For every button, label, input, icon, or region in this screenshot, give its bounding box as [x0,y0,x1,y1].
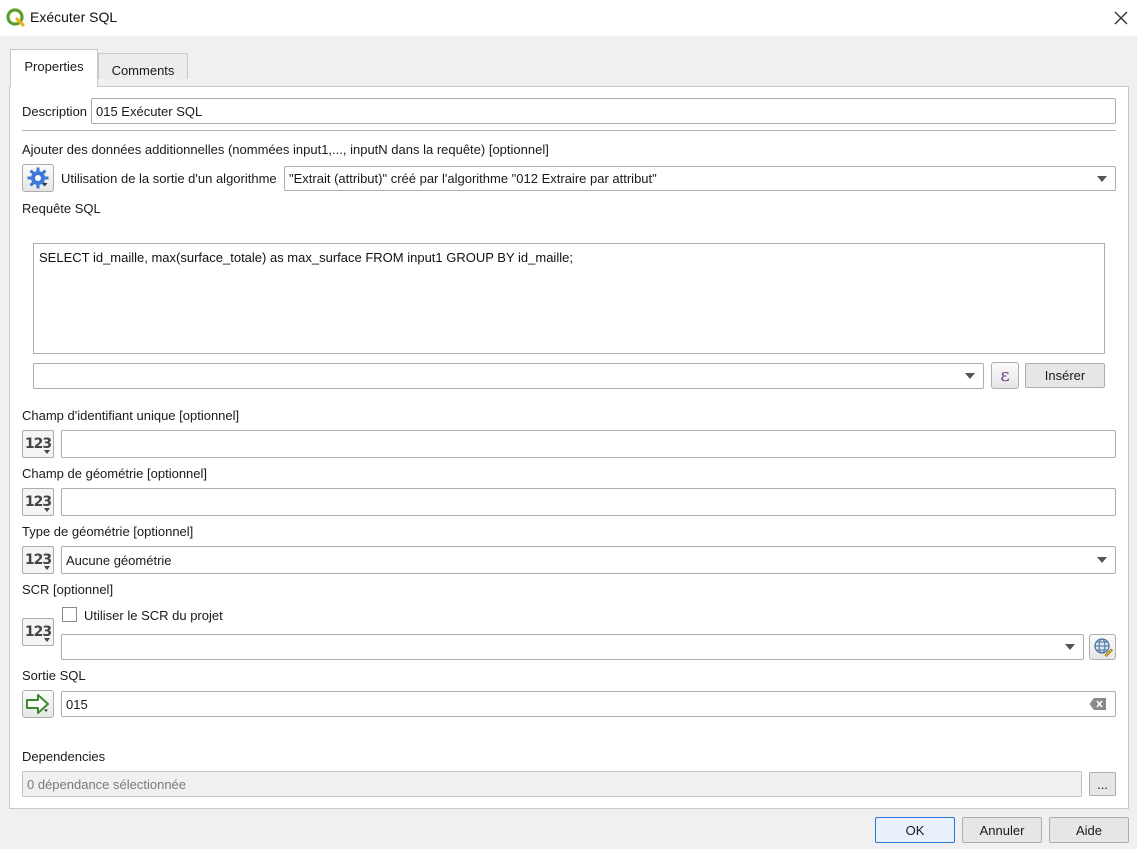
unique-id-input[interactable] [61,430,1116,458]
algorithm-output-button[interactable] [22,164,54,192]
separator [22,130,1116,131]
ok-button[interactable]: OK [875,817,955,843]
sql-query-textarea[interactable]: SELECT id_maille, max(surface_totale) as… [33,243,1105,354]
window-title: Exécuter SQL [30,9,118,25]
additional-data-label: Ajouter des données additionnelles (nomm… [22,142,549,157]
sql-query-label: Requête SQL [22,201,101,216]
dependencies-browse-button[interactable]: ... [1089,772,1116,796]
tab-comments-label: Comments [111,63,175,78]
epsilon-icon: ε [1000,364,1010,386]
numeric-data-defined-icon[interactable]: 123 [22,546,54,574]
use-project-crs-label: Utiliser le SCR du projet [84,608,223,623]
crs-select[interactable] [61,634,1084,660]
dependencies-label: Dependencies [22,749,106,764]
arrow-right-icon [26,694,49,714]
algorithm-output-value: "Extrait (attribut)" créé par l'algorith… [289,171,657,186]
geometry-field-input[interactable] [61,488,1116,516]
title-bar [0,0,1137,36]
sql-output-input[interactable]: 015 [61,691,1116,717]
close-window-button[interactable] [1108,5,1134,31]
chevron-down-icon [1065,644,1075,650]
algorithm-output-select[interactable]: "Extrait (attribut)" créé par l'algorith… [284,166,1116,191]
geometry-type-select[interactable]: Aucune géométrie [61,546,1116,574]
backspace-icon [1089,698,1106,710]
numeric-data-defined-icon[interactable]: 123 [22,430,54,458]
insert-field-select[interactable] [33,363,984,389]
chevron-down-icon [965,373,975,379]
geometry-field-label: Champ de géométrie [optionnel] [22,466,208,481]
help-button[interactable]: Aide [1049,817,1129,843]
dependencies-input: 0 dépendance sélectionnée [22,771,1082,797]
crs-label: SCR [optionnel] [22,582,114,597]
globe-icon [1093,638,1113,657]
expression-button[interactable]: ε [991,362,1019,389]
insert-button[interactable]: Insérer [1025,363,1105,388]
chevron-down-icon [1097,557,1107,563]
gear-icon [27,167,49,189]
unique-id-label: Champ d'identifiant unique [optionnel] [22,408,240,423]
geometry-type-label: Type de géométrie [optionnel] [22,524,194,539]
geometry-type-value: Aucune géométrie [66,552,172,568]
qgis-logo-icon [6,8,26,28]
tab-properties-label: Properties [24,59,84,74]
cancel-button[interactable]: Annuler [962,817,1042,843]
tab-comments[interactable]: Comments [98,53,188,79]
use-project-crs-checkbox[interactable] [62,607,77,622]
sql-output-label: Sortie SQL [22,668,86,683]
numeric-data-defined-icon[interactable]: 123 [22,488,54,516]
clear-input-button[interactable] [1089,697,1107,711]
output-options-button[interactable] [22,690,54,718]
tab-properties[interactable]: Properties [10,49,98,87]
description-input[interactable]: 015 Exécuter SQL [91,98,1116,124]
algorithm-output-label: Utilisation de la sortie d'un algorithme [61,171,277,186]
crs-selector-button[interactable] [1089,634,1116,660]
numeric-data-defined-icon[interactable]: 123 [22,618,54,646]
description-label: Description [22,104,88,119]
close-icon [1114,11,1128,25]
chevron-down-icon [1097,175,1107,182]
